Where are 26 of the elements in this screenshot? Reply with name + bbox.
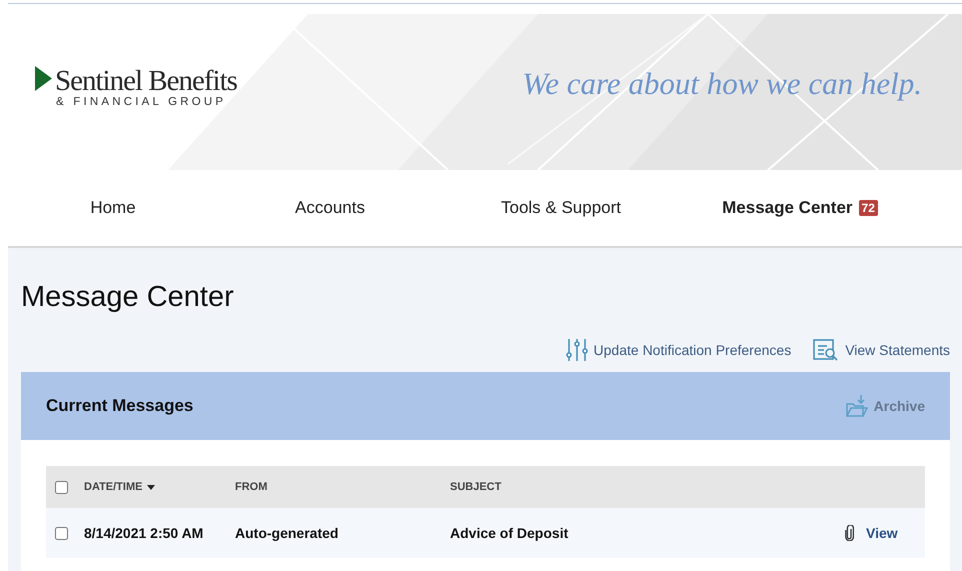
document-search-icon bbox=[813, 339, 840, 361]
triangle-logo-icon bbox=[35, 66, 52, 91]
logo-name: Sentinel Benefits bbox=[55, 66, 237, 96]
nav-tab[interactable]: Tools & Support bbox=[442, 198, 680, 218]
select-all-checkbox[interactable] bbox=[55, 480, 68, 494]
nav-tab[interactable]: Message Center 72 bbox=[680, 198, 920, 218]
page-title: Message Center bbox=[21, 281, 235, 314]
action-link[interactable]: Update Notification Preferences bbox=[566, 338, 792, 362]
folder-download-icon bbox=[846, 394, 868, 418]
column-header[interactable]: SUBJECT bbox=[450, 481, 845, 493]
table-cell-text: 8/14/2021 2:50 AM bbox=[84, 525, 204, 541]
nav-tab[interactable]: Accounts bbox=[218, 198, 442, 218]
table-cell-text: Advice of Deposit bbox=[450, 525, 570, 541]
nav-tab[interactable]: Home bbox=[8, 198, 218, 218]
panel-title: Current Messages bbox=[46, 396, 194, 416]
row-checkbox[interactable] bbox=[55, 526, 68, 540]
table-cell-text: Auto-generated bbox=[235, 525, 340, 541]
unread-count-badge: 72 bbox=[858, 200, 878, 216]
column-header[interactable]: FROM bbox=[235, 481, 450, 493]
message-row[interactable]: 8/14/2021 2:50 AM Auto-generated Advice of Deposit View bbox=[46, 508, 925, 558]
logo-subtitle: & FINANCIAL GROUP bbox=[56, 96, 228, 108]
column-header[interactable]: DATE/TIME bbox=[84, 481, 235, 493]
tagline: We care about how we can help. bbox=[522, 66, 922, 102]
view-link[interactable]: View bbox=[866, 525, 898, 541]
action-link[interactable]: View Statements bbox=[813, 338, 950, 362]
sliders-icon bbox=[566, 338, 588, 362]
